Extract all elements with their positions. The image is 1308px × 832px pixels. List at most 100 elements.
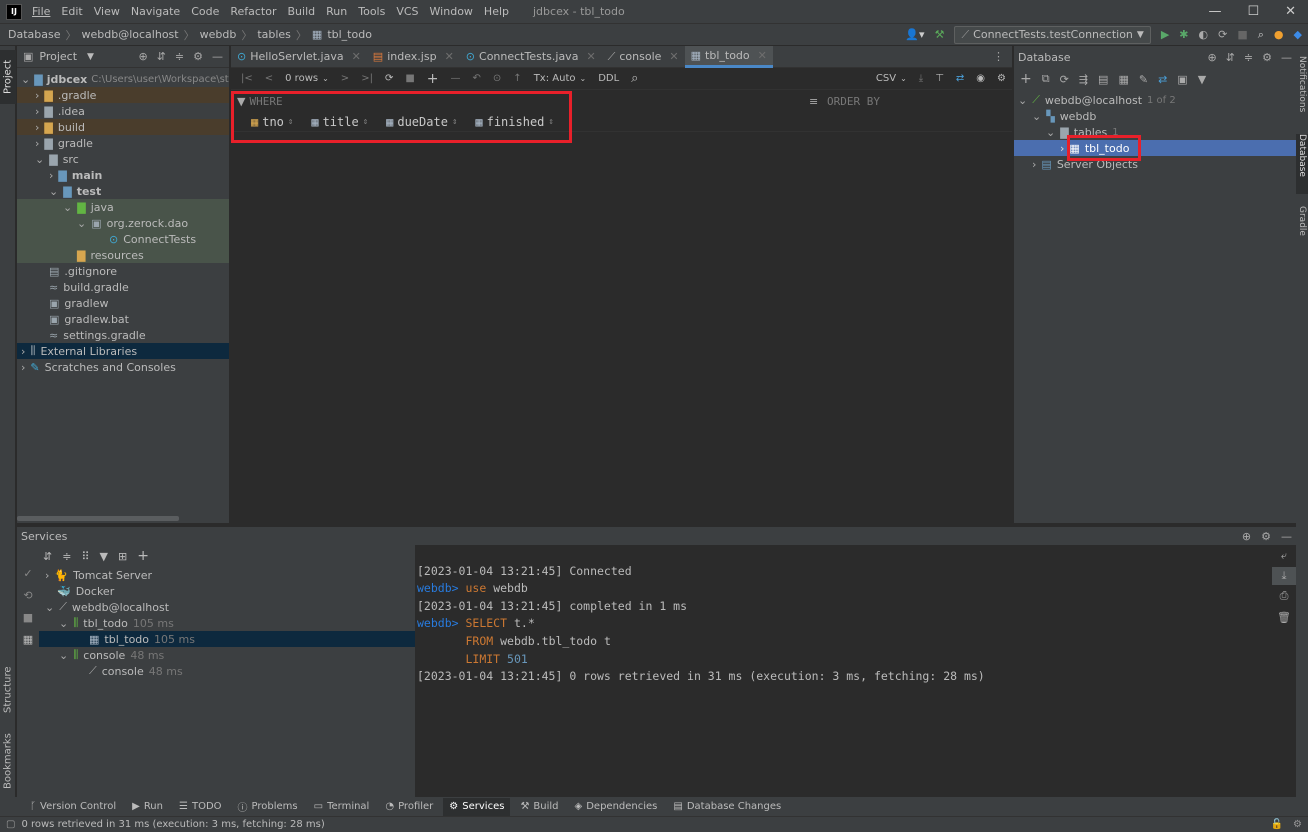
breadcrumb-database[interactable]: Database	[8, 28, 61, 41]
close-icon[interactable]: ✕	[758, 49, 767, 62]
view-icon[interactable]: ◉	[970, 70, 991, 88]
next-page-icon[interactable]: >	[335, 70, 355, 88]
project-panel-title[interactable]: Project	[39, 50, 77, 63]
bookmarks-tool-button[interactable]: Bookmarks	[0, 726, 16, 796]
tab-run[interactable]: ▶ Run	[126, 798, 169, 816]
collapse-all-icon[interactable]: ≑	[62, 550, 71, 563]
db-tree-tbl-todo[interactable]: › ▦ tbl_todo	[1014, 140, 1296, 156]
table-view-icon[interactable]: ▦	[1118, 73, 1128, 86]
service-tbl-todo-group[interactable]: ⌄ ⫼ tbl_todo 105 ms	[39, 615, 415, 631]
service-docker[interactable]: 🐳 Docker	[39, 583, 415, 599]
close-icon[interactable]: ✕	[586, 50, 595, 63]
tab-terminal[interactable]: ▭ Terminal	[308, 798, 376, 816]
prev-page-icon[interactable]: <	[259, 70, 279, 88]
last-page-icon[interactable]: >|	[355, 70, 379, 88]
menu-refactor[interactable]: Refactor	[230, 5, 276, 18]
db-tree-schema[interactable]: ⌄ ▚ webdb	[1014, 108, 1296, 124]
order-by-input[interactable]: ORDER BY	[827, 95, 880, 108]
rows-count-dropdown[interactable]: 0 rows ⌄	[279, 70, 335, 88]
chevron-down-icon[interactable]: ▼	[87, 52, 94, 62]
tab-todo[interactable]: ☰ TODO	[173, 798, 228, 816]
sql-icon[interactable]: ▣	[1177, 73, 1187, 86]
collapse-all-icon[interactable]: ≑	[1244, 51, 1253, 64]
csv-format-dropdown[interactable]: CSV ⌄	[870, 70, 913, 88]
preview-icon[interactable]: ⊙	[487, 70, 507, 88]
group-icon[interactable]: ⠿	[81, 550, 89, 563]
memory-indicator-icon[interactable]: ⚙	[1293, 819, 1302, 830]
tab-problems[interactable]: ⓘ Problems	[232, 798, 304, 816]
status-toggle-icon[interactable]: ▢	[6, 819, 15, 830]
menu-edit[interactable]: Edit	[61, 5, 82, 18]
compare-icon[interactable]: ⇄	[950, 70, 970, 88]
copy-icon[interactable]: ⧉	[1042, 72, 1050, 86]
collapse-all-icon[interactable]: ≑	[175, 50, 184, 63]
add-icon[interactable]: +	[1020, 71, 1032, 87]
menu-view[interactable]: View	[94, 5, 120, 18]
close-icon[interactable]: ✕	[669, 50, 678, 63]
minimize-icon[interactable]: —	[1208, 4, 1221, 19]
tab-database-changes[interactable]: ▤ Database Changes	[667, 798, 787, 816]
filter-icon[interactable]: ▼	[100, 550, 108, 563]
tree-item-test[interactable]: ⌄ ▇ test	[17, 183, 229, 199]
print-icon[interactable]: ⎙	[1272, 585, 1296, 607]
service-log-output[interactable]: [2023-01-04 13:21:45] Connected webdb> us…	[416, 545, 1272, 797]
tab-dependencies[interactable]: ◈ Dependencies	[569, 798, 664, 816]
menu-code[interactable]: Code	[191, 5, 219, 18]
gear-icon[interactable]: ⚙	[991, 70, 1012, 88]
service-connection[interactable]: ⌄ ⟋ webdb@localhost	[39, 599, 415, 615]
close-icon[interactable]: ✕	[352, 50, 361, 63]
rollback-icon[interactable]: ⟲	[17, 589, 39, 611]
delete-row-icon[interactable]: —	[445, 70, 467, 88]
tree-item-external-libraries[interactable]: › ⫼ External Libraries	[17, 343, 229, 359]
more-tabs-icon[interactable]: ⋮	[993, 50, 1004, 63]
first-page-icon[interactable]: |<	[235, 70, 259, 88]
edit-icon[interactable]: ✎	[1139, 73, 1148, 86]
close-icon[interactable]: ✕	[445, 50, 454, 63]
tree-item-gradlew-bat[interactable]: ▣ gradlew.bat	[17, 311, 229, 327]
schema-sync-icon[interactable]: ⇶	[1079, 73, 1088, 86]
sort-icon[interactable]: ≡	[809, 95, 818, 108]
tree-item-settings-gradle[interactable]: ≈ settings.gradle	[17, 327, 229, 343]
stop-icon[interactable]: ■	[399, 70, 420, 88]
jump-icon[interactable]: ⇄	[1158, 73, 1167, 86]
tab-console[interactable]: ⟋ console ✕	[602, 46, 685, 68]
tab-build[interactable]: ⚒ Build	[514, 798, 564, 816]
menu-vcs[interactable]: VCS	[396, 5, 418, 18]
menu-build[interactable]: Build	[288, 5, 316, 18]
menu-window[interactable]: Window	[430, 5, 473, 18]
tab-connecttests[interactable]: ⊙ ConnectTests.java ✕	[460, 46, 602, 68]
tx-mode-dropdown[interactable]: Tx: Auto ⌄	[528, 70, 593, 88]
tab-profiler[interactable]: ◔ Profiler	[379, 798, 439, 816]
profile-icon[interactable]: ⟳	[1218, 28, 1227, 41]
tree-item-gradlew[interactable]: ▣ gradlew	[17, 295, 229, 311]
scroll-to-end-icon[interactable]: ⤓	[1272, 567, 1296, 585]
menu-tools[interactable]: Tools	[358, 5, 385, 18]
breadcrumb-table[interactable]: tbl_todo	[327, 28, 372, 41]
database-tool-button[interactable]: Database	[1296, 134, 1308, 194]
locate-icon[interactable]: ⊕	[1242, 530, 1251, 543]
tree-item-main[interactable]: › ▇ main	[17, 167, 229, 183]
service-console[interactable]: ⟋ console 48 ms	[39, 663, 415, 679]
db-tree-tables[interactable]: ⌄ ▇ tables 1	[1014, 124, 1296, 140]
lock-icon[interactable]: 🔓	[1271, 819, 1283, 830]
breadcrumb-tables[interactable]: tables	[257, 28, 291, 41]
horizontal-scrollbar[interactable]	[17, 516, 179, 521]
search-everywhere-icon[interactable]: ⌕	[1258, 28, 1264, 42]
jetbrains-icon[interactable]: ◆	[1294, 28, 1302, 41]
tab-helloservlet[interactable]: ⊙ HelloServlet.java ✕	[231, 46, 367, 68]
tab-tbl-todo[interactable]: ▦ tbl_todo ✕	[684, 45, 773, 68]
filter-icon[interactable]: ▼	[1198, 73, 1206, 86]
tree-item-build[interactable]: › ▇ build	[17, 119, 229, 135]
expand-all-icon[interactable]: ⇵	[157, 50, 166, 63]
tree-item-build-gradle[interactable]: ≈ build.gradle	[17, 279, 229, 295]
menu-help[interactable]: Help	[484, 5, 509, 18]
close-window-icon[interactable]: ✕	[1285, 4, 1296, 19]
db-tree-connection[interactable]: ⌄ ⟋ webdb@localhost 1 of 2	[1014, 92, 1296, 108]
debug-icon[interactable]: ✱	[1179, 28, 1188, 41]
refresh-icon[interactable]: ⟳	[1060, 73, 1069, 86]
user-icon[interactable]: 👤▾	[905, 28, 924, 41]
add-row-icon[interactable]: +	[421, 70, 445, 88]
intellij-logo-icon[interactable]: IJ	[6, 3, 22, 20]
gear-icon[interactable]: ⚙	[1261, 530, 1271, 543]
gear-icon[interactable]: ⚙	[1262, 51, 1272, 64]
